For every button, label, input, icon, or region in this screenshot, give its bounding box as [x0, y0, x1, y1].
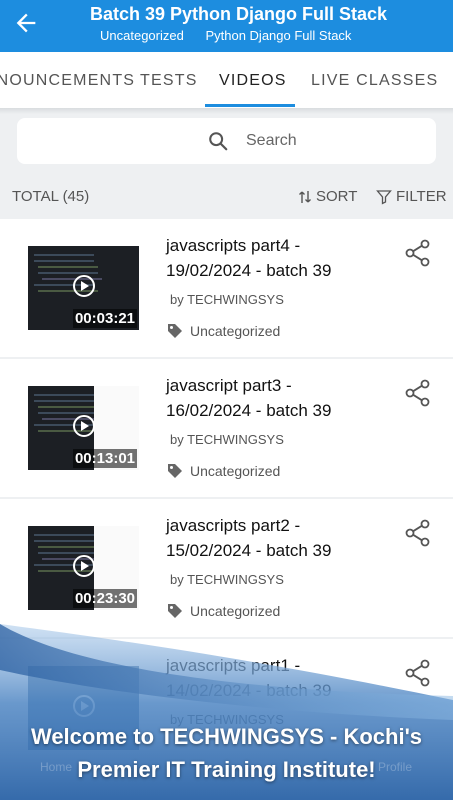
- video-card[interactable]: 00:03:21 javascripts part4 - 19/02/2024 …: [0, 219, 453, 357]
- tab-bar-shadow: [0, 108, 453, 114]
- search-icon: [209, 132, 228, 151]
- tag-icon: [168, 464, 182, 478]
- video-author: by TECHWINGSYS: [170, 572, 284, 587]
- video-card[interactable]: 00:23:30 javascripts part2 - 15/02/2024 …: [0, 499, 453, 637]
- video-author: by TECHWINGSYS: [170, 432, 284, 447]
- share-icon[interactable]: [404, 659, 432, 687]
- tab-live-classes[interactable]: LIVE CLASSES: [311, 72, 438, 90]
- play-icon[interactable]: [73, 415, 95, 437]
- play-icon[interactable]: [73, 275, 95, 297]
- share-icon[interactable]: [404, 239, 432, 267]
- promo-banner-text: Welcome to TECHWINGSYS - Kochi's Premier…: [0, 720, 453, 786]
- video-author: by TECHWINGSYS: [170, 292, 284, 307]
- tab-announcements[interactable]: ANNOUNCEMENTS: [0, 72, 135, 90]
- tab-bar: ANNOUNCEMENTS TESTS VIDEOS LIVE CLASSES: [0, 52, 453, 108]
- video-category-label: Uncategorized: [190, 323, 281, 339]
- search-box[interactable]: Search: [17, 118, 436, 164]
- tag-icon: [168, 324, 182, 338]
- tag-icon: [168, 604, 182, 618]
- total-count: TOTAL (45): [12, 188, 90, 205]
- course-subtitle: Uncategorized Python Django Full Stack: [100, 28, 369, 43]
- subtitle-category: Uncategorized: [100, 28, 184, 43]
- code-preview: [34, 254, 94, 256]
- video-category-label: Uncategorized: [190, 603, 281, 619]
- share-icon[interactable]: [404, 519, 432, 547]
- play-icon[interactable]: [73, 695, 95, 717]
- active-tab-indicator: [205, 104, 295, 107]
- code-preview: [34, 394, 94, 396]
- filter-label: FILTER: [396, 188, 447, 205]
- video-thumbnail[interactable]: 00:23:30: [28, 526, 139, 610]
- play-icon[interactable]: [73, 555, 95, 577]
- promo-line-1: Welcome to TECHWINGSYS - Kochi's: [30, 724, 423, 749]
- video-card[interactable]: 00:13:01 javascript part3 - 16/02/2024 -…: [0, 359, 453, 497]
- back-arrow-icon[interactable]: [12, 9, 40, 37]
- video-title[interactable]: javascripts part2 - 15/02/2024 - batch 3…: [166, 513, 366, 563]
- filter-icon: [376, 189, 392, 205]
- video-category-label: Uncategorized: [190, 463, 281, 479]
- video-duration: 00:03:21: [72, 309, 137, 328]
- sort-button[interactable]: SORT: [298, 188, 357, 205]
- video-duration: 00:13:01: [72, 449, 137, 468]
- course-title: Batch 39 Python Django Full Stack: [90, 4, 388, 24]
- app-bar: Batch 39 Python Django Full Stack Uncate…: [0, 0, 453, 52]
- video-thumbnail[interactable]: 00:13:01: [28, 386, 139, 470]
- code-preview: [34, 534, 94, 536]
- video-title[interactable]: javascript part3 - 16/02/2024 - batch 39: [166, 373, 366, 423]
- video-thumbnail[interactable]: 00:03:21: [28, 246, 139, 330]
- video-title[interactable]: javascripts part1 - 14/02/2024 - batch 3…: [166, 653, 366, 703]
- video-category: Uncategorized: [166, 462, 280, 480]
- video-duration: 00:23:30: [72, 589, 137, 608]
- search-input[interactable]: Search: [246, 132, 297, 150]
- tab-tests[interactable]: TESTS: [140, 72, 198, 90]
- sort-label: SORT: [316, 188, 358, 205]
- filter-button[interactable]: FILTER: [376, 188, 447, 205]
- tab-videos[interactable]: VIDEOS: [219, 72, 287, 90]
- promo-line-2: Premier IT Training Institute!: [77, 757, 376, 782]
- list-header: TOTAL (45) SORT FILTER: [0, 182, 453, 210]
- sort-icon: [299, 190, 311, 203]
- share-icon[interactable]: [404, 379, 432, 407]
- subtitle-course: Python Django Full Stack: [205, 28, 352, 43]
- video-category: Uncategorized: [166, 602, 280, 620]
- video-category: Uncategorized: [166, 322, 280, 340]
- video-title[interactable]: javascripts part4 - 19/02/2024 - batch 3…: [166, 233, 366, 283]
